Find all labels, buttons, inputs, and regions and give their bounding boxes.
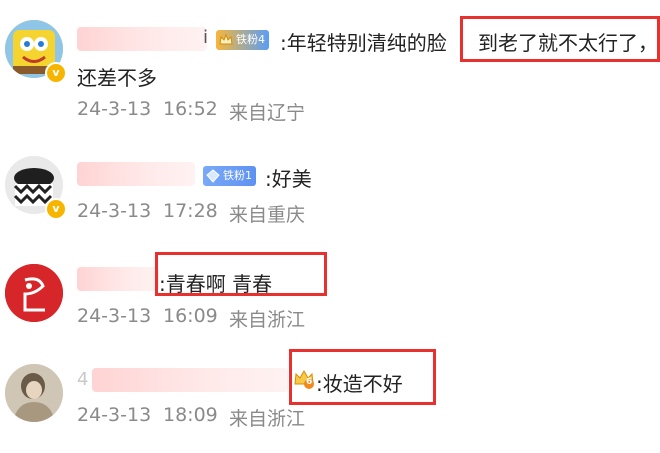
fan-badge[interactable]: 铁粉1: [203, 166, 256, 186]
avatar[interactable]: [5, 364, 63, 422]
crown-icon: [219, 33, 233, 45]
comment-time: 17:28: [163, 200, 218, 222]
fan-badge-label: 铁粉4: [236, 33, 265, 46]
username-redacted[interactable]: [77, 27, 207, 51]
comment-location: 来自浙江: [229, 309, 306, 331]
comment-date: 24-3-13: [77, 404, 152, 426]
highlight-box: [155, 252, 327, 296]
comment-date: 24-3-13: [77, 98, 152, 120]
verified-icon: v: [45, 62, 67, 84]
username-hint: i: [203, 27, 209, 48]
comment-time: 16:09: [163, 305, 218, 327]
comment-location: 来自重庆: [229, 204, 306, 226]
comment-location: 来自浙江: [229, 408, 306, 430]
username-redacted[interactable]: [77, 267, 159, 291]
comment-text: :年轻特别清纯的脸: [280, 31, 447, 55]
comment-date: 24-3-13: [77, 305, 152, 327]
avatar-image: [5, 364, 63, 422]
comment-date: 24-3-13: [77, 200, 152, 222]
highlight-box: [289, 349, 436, 405]
username-redacted[interactable]: [77, 162, 195, 186]
avatar-image: [5, 264, 63, 322]
comment-time: 16:52: [163, 98, 218, 120]
fan-badge-label: 铁粉1: [223, 169, 252, 182]
comment-text: :好美: [265, 167, 312, 191]
username-redacted[interactable]: [92, 368, 288, 392]
avatar[interactable]: [5, 264, 63, 322]
highlight-box: [460, 16, 660, 62]
comment-location: 来自辽宁: [229, 102, 306, 124]
username-hint: 4: [77, 369, 89, 390]
comment-text-continued: 还差不多: [77, 66, 157, 90]
comment-time: 18:09: [163, 404, 218, 426]
fan-badge[interactable]: 铁粉4: [216, 30, 269, 50]
verified-icon: v: [45, 198, 67, 220]
diamond-icon: [206, 169, 220, 183]
